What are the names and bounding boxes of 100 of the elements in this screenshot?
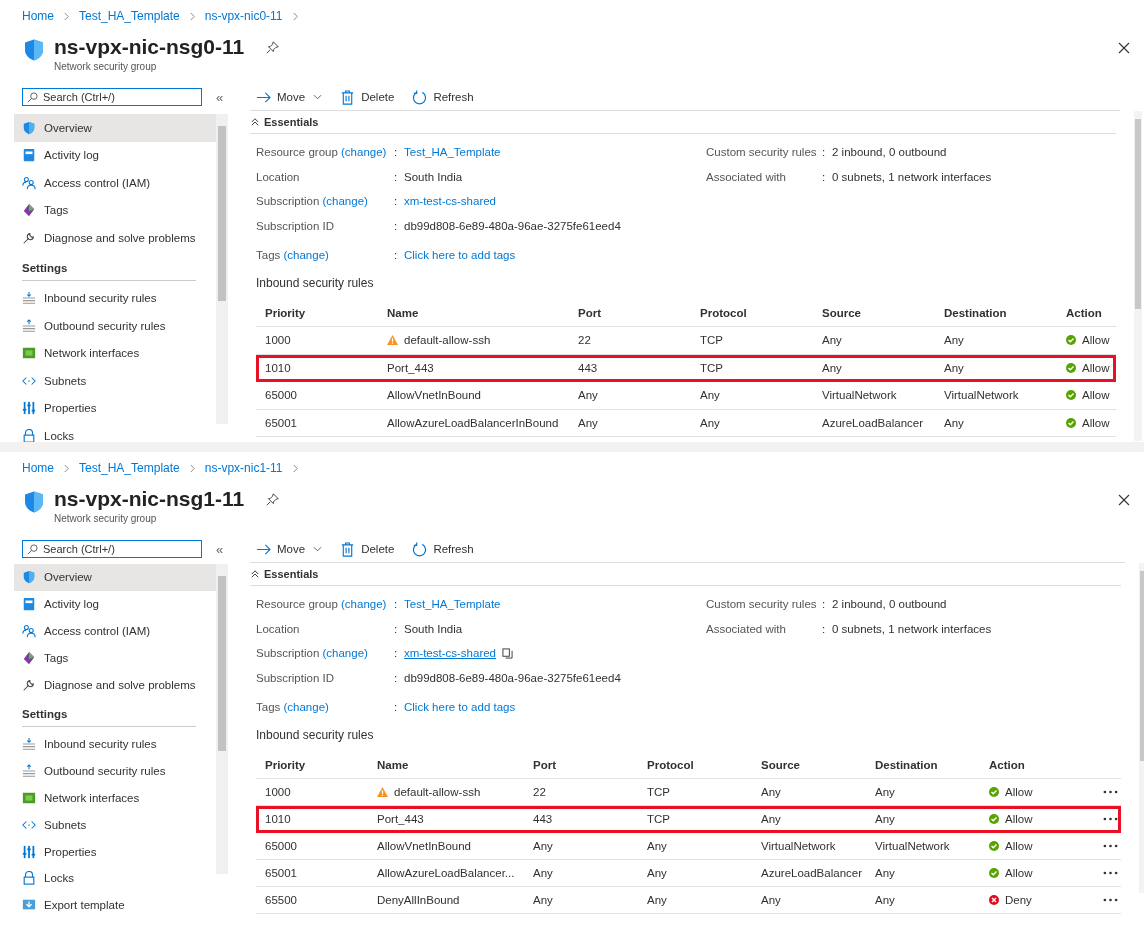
table-cell-text: AzureLoadBalancer — [761, 866, 863, 879]
nav-item[interactable]: Locks — [14, 864, 216, 892]
value-link[interactable]: xm-test-cs-shared — [404, 195, 497, 208]
separator: : — [394, 146, 399, 159]
nav-item[interactable]: Overview — [14, 114, 216, 142]
toolbar-button[interactable]: Refresh — [412, 541, 474, 557]
change-link[interactable]: (change) — [341, 598, 387, 611]
field-label: Resource group (change) — [256, 146, 388, 159]
table-cell-text: Any — [875, 785, 896, 798]
table-title: Inbound security rules — [255, 274, 375, 292]
nav-item[interactable]: Diagnose and solve problems — [14, 224, 216, 252]
nav-item[interactable]: Properties — [14, 394, 216, 422]
field-label: Subscription (change) — [256, 195, 369, 208]
value-link[interactable]: Click here to add tags — [404, 249, 516, 262]
table-cell-text: Any — [533, 866, 554, 879]
table-cell-text: 443 — [578, 362, 599, 375]
field-label: Tags (change) — [256, 701, 330, 714]
table-cell-text: Any — [875, 813, 896, 825]
table-cell-text: 1000 — [265, 785, 292, 798]
nav-item[interactable]: Outbound security rules — [14, 757, 216, 785]
table-cell-text: Port_443 — [377, 813, 425, 825]
table-cell-text: Any — [647, 839, 668, 852]
column-header: Port — [578, 306, 602, 319]
column-header: Action — [989, 758, 1026, 771]
change-link[interactable]: (change) — [341, 146, 387, 159]
breadcrumb-link[interactable]: Test_HA_Template — [79, 9, 180, 23]
separator: : — [822, 598, 827, 611]
nav-item[interactable]: Inbound security rules — [14, 731, 216, 758]
nav-item[interactable]: Locks — [14, 422, 216, 442]
column-header: Protocol — [647, 758, 695, 771]
nav-item[interactable]: Inbound security rules — [14, 284, 216, 312]
breadcrumb-link[interactable]: Home — [22, 9, 54, 23]
toolbar-button[interactable]: Move — [256, 89, 323, 105]
value-link[interactable]: Test_HA_Template — [404, 146, 501, 159]
search-field[interactable]: Search (Ctrl+/) — [22, 88, 202, 106]
nav-item[interactable]: Network interfaces — [14, 784, 216, 812]
nav-item[interactable]: Subnets — [14, 367, 216, 395]
value-link[interactable]: Click here to add tags — [404, 701, 516, 714]
table-cell-text: VirtualNetwork — [822, 389, 898, 402]
section-title: Essentials — [264, 568, 319, 580]
change-link[interactable]: (change) — [322, 647, 368, 660]
nav-item[interactable]: Activity log — [14, 590, 216, 618]
nav-item[interactable]: Tags — [14, 644, 216, 672]
breadcrumb-link[interactable]: Test_HA_Template — [79, 461, 180, 475]
separator: : — [394, 598, 399, 611]
table-cell-text: Any — [875, 893, 896, 906]
table-cell-text: Any — [533, 893, 554, 906]
collapse-button[interactable]: « — [214, 541, 226, 557]
table-cell-text: Any — [944, 362, 965, 375]
column-header: Destination — [944, 306, 1008, 319]
nav-item[interactable]: Overview — [14, 564, 216, 591]
change-link[interactable]: (change) — [283, 701, 329, 714]
table-cell-text: TCP — [647, 785, 671, 798]
separator: : — [394, 170, 399, 183]
nav-item[interactable]: Tags — [14, 196, 216, 224]
table-cell-text: VirtualNetwork — [944, 389, 1020, 402]
nav-item[interactable]: Network interfaces — [14, 339, 216, 367]
toolbar-button[interactable]: Move — [256, 541, 323, 557]
nav-item[interactable]: Subnets — [14, 811, 216, 839]
field-label: Subscription (change) — [256, 647, 369, 660]
nav-item[interactable]: Access control (IAM) — [14, 169, 216, 197]
table-cell-text: 65001 — [265, 866, 298, 879]
nav-item[interactable]: Outbound security rules — [14, 312, 216, 340]
nav-item[interactable]: Access control (IAM) — [14, 617, 216, 645]
breadcrumb-link[interactable]: Home — [22, 461, 54, 475]
table-cell-text: TCP — [700, 334, 724, 347]
column-header: Name — [387, 306, 420, 319]
nav-item[interactable]: Export template — [14, 891, 216, 919]
table-cell-text: AllowAzureLoadBalancerInBound — [387, 416, 560, 429]
table-cell-text: 65001 — [265, 416, 298, 429]
page-subtitle: Network security group — [54, 513, 158, 524]
field-label: Associated with — [706, 170, 787, 183]
table-cell: Allow — [989, 866, 1103, 879]
table-cell: Allow — [1066, 362, 1113, 375]
nav-item[interactable]: Activity log — [14, 141, 216, 169]
breadcrumb-link[interactable]: ns-vpx-nic0-11 — [204, 9, 283, 23]
change-link[interactable]: (change) — [283, 249, 329, 262]
field-value: 2 inbound, 0 outbound — [832, 598, 947, 611]
toolbar-button[interactable]: Delete — [340, 89, 395, 105]
field-value: 2 inbound, 0 outbound — [832, 146, 947, 159]
field-label: Resource group (change) — [256, 598, 388, 611]
nav-item[interactable]: Diagnose and solve problems — [14, 671, 216, 698]
value-link[interactable]: xm-test-cs-shared — [404, 647, 497, 660]
nav-item[interactable]: Properties — [14, 838, 216, 865]
separator: : — [394, 701, 399, 714]
table-cell-text: 65000 — [265, 389, 298, 402]
change-link[interactable]: (change) — [322, 195, 368, 208]
table-cell-text: 1010 — [265, 362, 292, 375]
search-field[interactable]: Search (Ctrl+/) — [22, 540, 202, 558]
table-cell: Allow — [989, 785, 1103, 798]
value-link[interactable]: Test_HA_Template — [404, 598, 501, 611]
field-label: Subscription ID — [256, 671, 335, 684]
table-cell-text: Any — [822, 362, 843, 375]
collapse-button[interactable]: « — [214, 89, 226, 105]
table-cell-text: 443 — [533, 813, 554, 825]
field-label: Subscription ID — [256, 219, 335, 232]
toolbar-button[interactable]: Refresh — [412, 89, 474, 105]
toolbar-button[interactable]: Delete — [340, 541, 395, 557]
table-cell-text: Any — [822, 334, 843, 347]
breadcrumb-link[interactable]: ns-vpx-nic1-11 — [204, 461, 283, 475]
